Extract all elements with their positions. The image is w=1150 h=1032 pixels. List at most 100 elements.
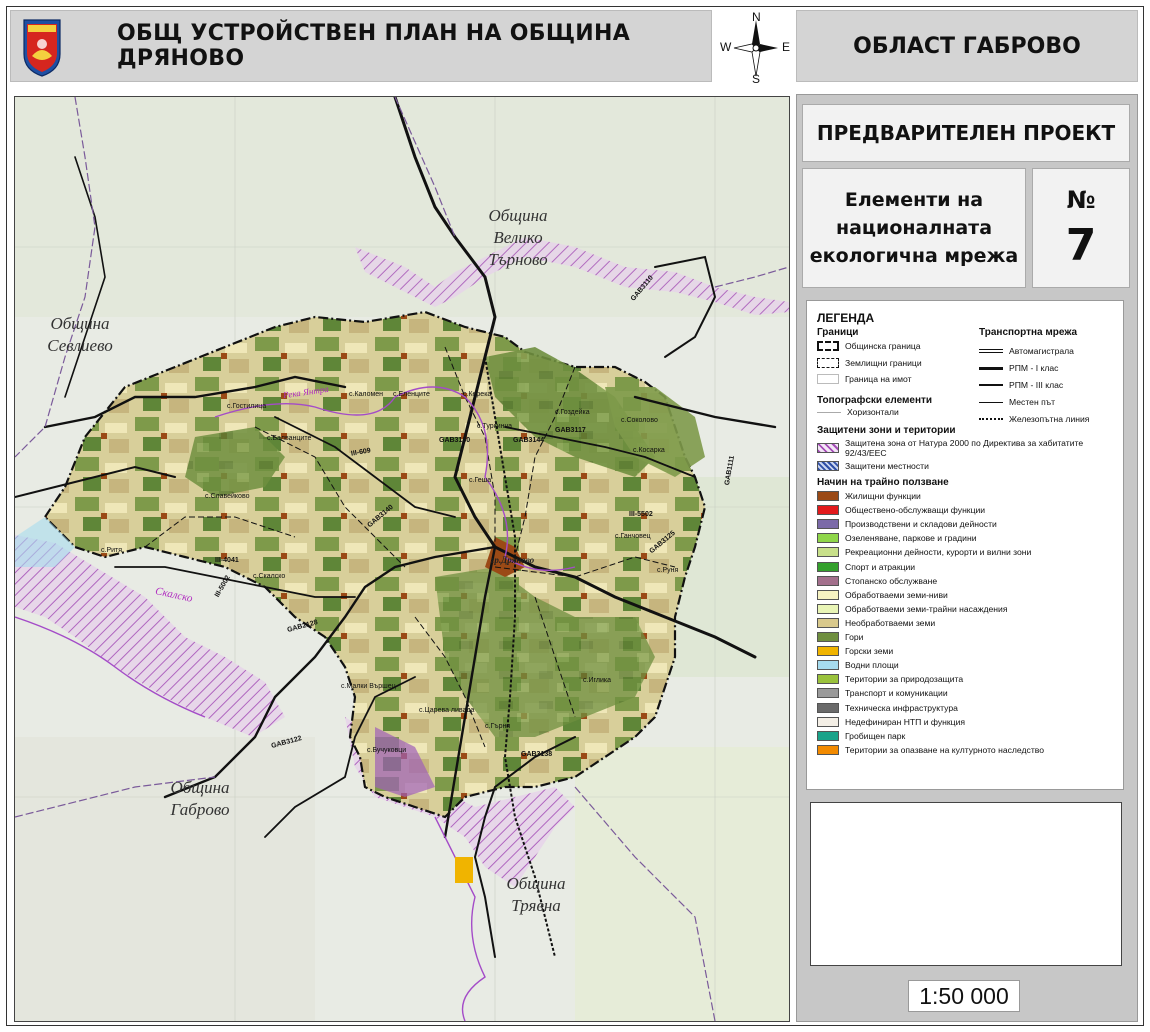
label-gabrovo: Община Габрово	[170, 778, 230, 819]
page-title: ОБЩ УСТРОЙСТВЕН ПЛАН НА ОБЩИНА ДРЯНОВО	[117, 21, 631, 71]
scale-label: 1:50 000	[908, 980, 1020, 1012]
landuse-swatch-icon	[817, 660, 839, 671]
legend-landuse-row: Обработваеми земи-трайни насаждения	[817, 603, 1008, 614]
legend-row: Местен път	[979, 397, 1055, 407]
road-class1-line-icon	[979, 366, 1003, 370]
village-label: с.Туркинча	[477, 423, 513, 430]
legend-landuse-row: Необработваеми земи	[817, 617, 935, 628]
legend-landuse-row: Водни площи	[817, 660, 899, 671]
landuse-label: Рекреационни дейности, курорти и вилни з…	[845, 547, 1032, 558]
village-label: с.Еленците	[393, 391, 430, 398]
landuse-label: Стопанско обслужване	[845, 575, 938, 586]
landuse-label: Обработваеми земи-трайни насаждения	[845, 603, 1008, 614]
legend-row: Хоризонтали	[817, 407, 899, 417]
landuse-label: Гори	[845, 632, 864, 642]
landuse-label: Обработваеми земи-ниви	[845, 589, 948, 600]
landuse-label: Гробищен парк	[845, 730, 906, 741]
landuse-swatch-icon	[817, 632, 839, 642]
status-box: ПРЕДВАРИТЕЛЕН ПРОЕКТ	[802, 104, 1130, 162]
label-town-dryanovo: гр.Дряново	[491, 555, 535, 565]
landuse-swatch-icon	[817, 646, 839, 657]
landuse-swatch-icon	[817, 575, 839, 586]
legend-landuse-row: Общественo-обслужващи функции	[817, 505, 986, 516]
legend-landuse-row: Горски земи	[817, 646, 893, 657]
label-sevlievo: Община Севлиево	[47, 314, 113, 355]
protected-area-icon	[817, 461, 839, 471]
legend-row: РПМ - I клас	[979, 363, 1058, 373]
landuse-swatch-icon	[817, 533, 839, 544]
village-label: с.Славейково	[205, 493, 250, 500]
legend-landuse-row: Стопанско обслужване	[817, 575, 938, 586]
village-label: с.Руня	[657, 567, 679, 574]
legend-landuse-row: Озеленяване, паркове и градини	[817, 533, 977, 544]
landuse-swatch-icon	[817, 491, 839, 501]
village-label: с.Соколово	[621, 417, 658, 424]
railway-line-icon	[979, 418, 1003, 420]
landuse-label: Водни площи	[845, 660, 899, 671]
legend-row: Защитена зона от Натура 2000 по Директив…	[817, 438, 1107, 458]
landuse-swatch-icon	[817, 688, 839, 699]
landuse-swatch-icon	[817, 589, 839, 600]
motorway-line-icon	[979, 349, 1003, 353]
legend-row: Железопътна линия	[979, 414, 1089, 424]
legend-landuse-row: Територии за опазване на културното насл…	[817, 744, 1044, 755]
number-box: № 7	[1032, 168, 1130, 288]
landuse-swatch-icon	[817, 716, 839, 727]
legend-landuse-row: Недефиниран НТП и функция	[817, 716, 965, 727]
village-label: с.Гостилица	[227, 403, 267, 410]
legend-landuse-row: Обработваеми земи-ниви	[817, 589, 948, 600]
village-label: с.Царева ливада	[419, 707, 475, 714]
landuse-label: Спорт и атракции	[845, 561, 916, 572]
map-view[interactable]: Община Велико Търново Община Севлиево Об…	[14, 96, 790, 1022]
stamp-box	[810, 802, 1122, 966]
landuse-swatch-icon	[817, 617, 839, 628]
legend-landuse-row: Територии за природозащита	[817, 674, 964, 685]
road-label: III-4041	[215, 557, 239, 564]
legend-row: Граница на имот	[817, 374, 912, 384]
legend-title: ЛЕГЕНДА	[817, 311, 875, 325]
road-class3-line-icon	[979, 384, 1003, 386]
road-label: GAB3138	[521, 751, 553, 758]
landuse-label: Транспорт и комуникации	[845, 688, 948, 699]
contour-line-icon	[817, 411, 841, 413]
label-veliko-tarnovo: Община Велико Търново	[488, 206, 548, 269]
map-canvas	[15, 97, 789, 1021]
legend-topo-title: Топографски елементи	[817, 395, 933, 406]
subject-line-2: националната	[835, 217, 993, 239]
legend-landuse-row: Спорт и атракции	[817, 561, 916, 572]
road-label: GAB3144	[513, 437, 545, 444]
label-tryavna: Община Трявна	[506, 874, 566, 915]
landuse-label: Жилищни функции	[845, 491, 921, 501]
road-label: GAB3130	[439, 437, 471, 444]
legend-landuse-row: Гробищен парк	[817, 730, 906, 741]
landuse-label: Производствени и складови дейности	[845, 519, 997, 530]
road-label: III-5502	[629, 511, 653, 518]
subject-line-1: Елементи на	[844, 189, 984, 211]
landuse-swatch-icon	[817, 702, 839, 713]
landuse-label: Общественo-обслужващи функции	[845, 505, 986, 516]
region-title: ОБЛАСТ ГАБРОВО	[796, 10, 1138, 82]
header-title-box: ОБЩ УСТРОЙСТВЕН ПЛАН НА ОБЩИНА ДРЯНОВО	[10, 10, 712, 82]
legend-row: Общинска граница	[817, 341, 921, 351]
legend-row: РПМ - III клас	[979, 380, 1063, 390]
village-label: с.Малки Вършец	[341, 683, 396, 690]
landuse-swatch-icon	[817, 603, 839, 614]
status-label: ПРЕДВАРИТЕЛЕН ПРОЕКТ	[816, 121, 1116, 145]
village-label: с.Каломен	[349, 391, 384, 398]
legend-row: Землищни граници	[817, 358, 922, 368]
landuse-swatch-icon	[817, 547, 839, 558]
natura-zone-icon	[817, 443, 839, 453]
subject-line-3: екологична мрежа	[809, 245, 1019, 267]
landuse-swatch-icon	[817, 674, 839, 685]
village-label: с.Геша	[469, 477, 492, 484]
compass-s: S	[752, 72, 761, 86]
village-label: с.Ганчовец	[615, 533, 651, 540]
landuse-label: Територии за природозащита	[845, 674, 964, 685]
landuse-label: Озеленяване, паркове и градини	[845, 533, 977, 544]
property-border-icon	[817, 374, 839, 384]
north-arrow-icon: N S W E	[718, 10, 794, 86]
land-border-icon	[817, 358, 839, 368]
legend-landuse-row: Производствени и складови дейности	[817, 519, 997, 530]
legend-transport-title: Транспортна мрежа	[979, 327, 1078, 338]
sheet-number: 7	[1065, 220, 1097, 271]
